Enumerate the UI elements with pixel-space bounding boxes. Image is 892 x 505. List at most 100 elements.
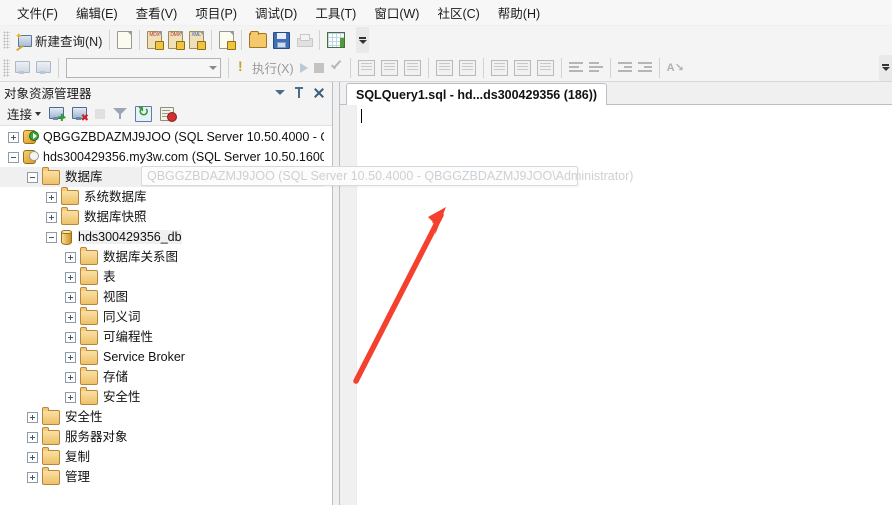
results-to-grid-button[interactable]	[511, 56, 534, 80]
tree-node-label: 存储	[103, 370, 129, 384]
tree-node-replication[interactable]: 复制	[0, 446, 324, 467]
comment-button[interactable]	[566, 56, 586, 80]
increase-indent-button[interactable]	[635, 56, 655, 80]
tree-node-tables[interactable]: 表	[0, 266, 324, 287]
tree-node-programmability[interactable]: 可编程性	[0, 326, 324, 347]
display-estimated-plan-button[interactable]	[355, 56, 378, 80]
sql-editor[interactable]	[340, 105, 892, 505]
connect-object-explorer-button[interactable]: ✚	[46, 102, 67, 126]
disconnect-button[interactable]	[33, 56, 54, 80]
expander-icon[interactable]	[65, 371, 76, 383]
script-error-button[interactable]	[157, 102, 179, 126]
tree-node-server-hds300429356[interactable]: hds300429356.my3w.com (SQL Server 10.50.…	[0, 147, 324, 167]
object-explorer-title: 对象资源管理器	[4, 86, 92, 101]
tree-node-storage[interactable]: 存储	[0, 366, 324, 387]
print-button[interactable]	[293, 28, 315, 52]
expander-icon[interactable]	[65, 331, 76, 343]
decrease-indent-button[interactable]	[615, 56, 635, 80]
open-file-button[interactable]	[246, 28, 270, 52]
expander-icon[interactable]	[46, 191, 57, 203]
menu-edit[interactable]: 编辑(E)	[67, 0, 127, 25]
connect-dropdown-button[interactable]: 连接	[4, 102, 44, 125]
database-engine-query-button[interactable]	[114, 28, 135, 52]
toolbar-overflow-button[interactable]	[879, 54, 892, 81]
expander-icon[interactable]	[65, 291, 76, 303]
expander-icon[interactable]	[27, 431, 38, 443]
expander-icon[interactable]	[65, 311, 76, 323]
expander-icon[interactable]	[8, 131, 19, 143]
expander-icon[interactable]	[8, 151, 19, 163]
expander-icon[interactable]	[27, 451, 38, 463]
expander-icon[interactable]	[27, 411, 38, 423]
tree-node-server-qbggzbdazmj9joo[interactable]: QBGGZBDAZMJ9JOO (SQL Server 10.50.4000 -…	[0, 127, 324, 147]
include-client-statistics-button[interactable]	[433, 56, 456, 80]
toolbar-grip[interactable]	[3, 31, 10, 49]
tree-node-database-snapshots[interactable]: 数据库快照	[0, 206, 324, 227]
menu-tools[interactable]: 工具(T)	[306, 0, 365, 25]
tree-node-system-databases[interactable]: 系统数据库	[0, 186, 324, 207]
auto-hide-pin-button[interactable]	[294, 86, 304, 98]
tree-node-server-security[interactable]: 安全性	[0, 406, 324, 427]
disconnect-object-explorer-button[interactable]: ✖	[69, 102, 90, 126]
parse-check-button[interactable]	[327, 56, 346, 80]
menu-debug[interactable]: 调试(D)	[246, 0, 306, 25]
stop-button[interactable]	[311, 56, 327, 80]
debug-button[interactable]	[297, 56, 311, 80]
tab-sqlquery1[interactable]: SQLQuery1.sql - hd...ds300429356 (186))	[346, 83, 608, 105]
toolbar-separator	[241, 30, 243, 50]
menu-view[interactable]: 查看(V)	[127, 0, 187, 25]
expander-icon[interactable]	[27, 171, 38, 183]
folder-icon	[42, 166, 60, 185]
menu-help[interactable]: 帮助(H)	[489, 0, 549, 25]
stop-button[interactable]	[92, 102, 108, 126]
menu-window[interactable]: 窗口(W)	[365, 0, 428, 25]
menu-project[interactable]: 项目(P)	[186, 0, 246, 25]
connect-button[interactable]	[12, 56, 33, 80]
sqlcmd-mode-icon	[458, 59, 476, 76]
include-actual-plan-button[interactable]	[401, 56, 424, 80]
tree-node-database-hds300429356-db[interactable]: hds300429356_db	[0, 227, 324, 247]
tree-node-synonyms[interactable]: 同义词	[0, 306, 324, 327]
uncomment-button[interactable]	[586, 56, 606, 80]
sort-button[interactable]: A↘	[664, 56, 687, 80]
window-position-dropdown-button[interactable]	[275, 89, 285, 95]
expander-icon[interactable]	[27, 471, 38, 483]
activity-monitor-button[interactable]	[324, 28, 348, 52]
results-to-file-button[interactable]	[534, 56, 557, 80]
toolbar-grip[interactable]	[3, 58, 10, 77]
parse-button[interactable]	[233, 56, 249, 80]
tree-node-database-diagrams[interactable]: 数据库关系图	[0, 246, 324, 267]
expander-icon[interactable]	[65, 251, 76, 263]
object-explorer-tree[interactable]: QBGGZBDAZMJ9JOO (SQL Server 10.50.4000 -…	[0, 127, 324, 505]
query-options-button[interactable]	[378, 56, 401, 80]
tree-node-database-security[interactable]: 安全性	[0, 386, 324, 407]
close-panel-button[interactable]	[313, 87, 324, 98]
folder-icon	[80, 386, 98, 405]
toolbar-overflow-button[interactable]	[356, 27, 370, 53]
filter-button[interactable]	[110, 102, 130, 126]
available-databases-combo[interactable]	[66, 57, 221, 78]
tree-node-databases[interactable]: 数据库	[0, 166, 324, 187]
analysis-mdx-query-button[interactable]: MDX	[144, 28, 165, 52]
new-query-button[interactable]: ✦ 新建查询(N)	[12, 28, 105, 52]
refresh-button[interactable]	[132, 102, 155, 126]
tree-node-views[interactable]: 视图	[0, 286, 324, 307]
tree-node-service-broker[interactable]: Service Broker	[0, 346, 324, 367]
menu-community[interactable]: 社区(C)	[428, 0, 488, 25]
expander-icon[interactable]	[46, 211, 57, 223]
analysis-dmx-query-button[interactable]: DMX	[165, 28, 186, 52]
expander-icon[interactable]	[65, 271, 76, 283]
tree-node-server-objects[interactable]: 服务器对象	[0, 426, 324, 447]
panel-splitter[interactable]	[332, 82, 340, 505]
tree-node-management[interactable]: 管理	[0, 466, 324, 487]
expander-icon[interactable]	[65, 351, 76, 363]
save-button[interactable]	[270, 28, 293, 52]
analysis-xmla-query-button[interactable]: XML	[186, 28, 207, 52]
sqlcmd-mode-button[interactable]	[456, 56, 479, 80]
menu-file[interactable]: 文件(F)	[8, 0, 67, 25]
expander-icon[interactable]	[65, 391, 76, 403]
execute-button[interactable]: 执行(X)	[249, 56, 297, 80]
results-to-text-button[interactable]	[488, 56, 511, 80]
new-project-query-button[interactable]	[216, 28, 237, 52]
expander-icon[interactable]	[46, 231, 57, 243]
